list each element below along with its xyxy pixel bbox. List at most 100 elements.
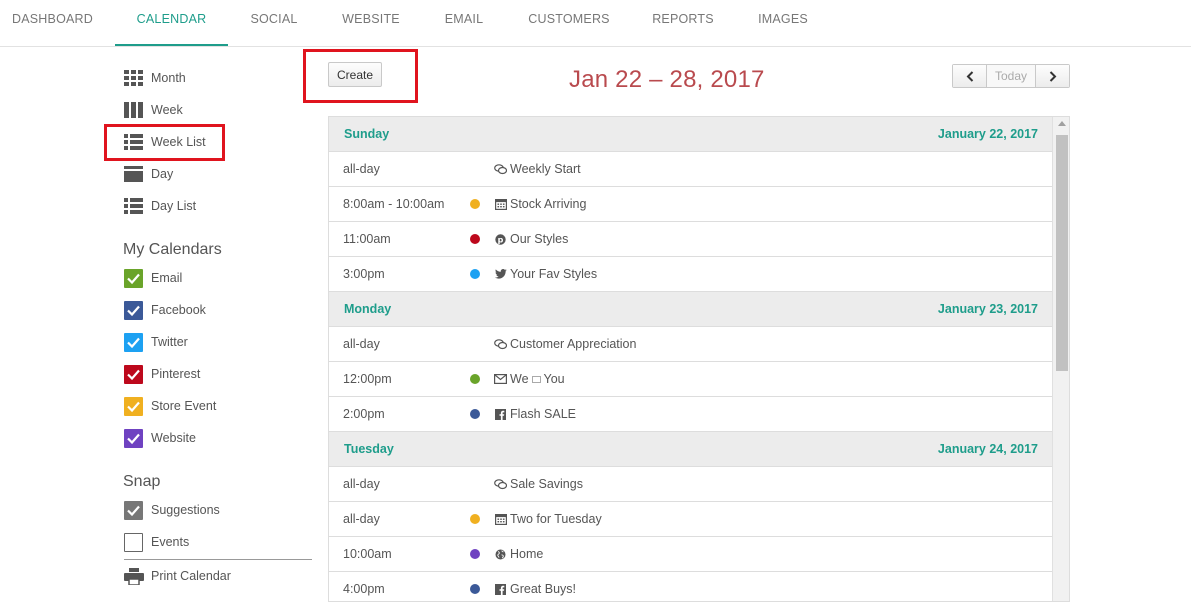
event-row[interactable]: 12:00pm We You xyxy=(329,362,1052,397)
tab-website[interactable]: WEBSITE xyxy=(328,0,414,46)
chevron-right-icon xyxy=(1049,70,1056,82)
day-name: Monday xyxy=(344,302,392,316)
chat-bubbles-icon xyxy=(494,478,507,490)
event-title[interactable]: We You xyxy=(494,372,565,386)
view-day[interactable]: Day xyxy=(124,162,173,186)
printer-icon xyxy=(124,568,144,586)
event-title[interactable]: Flash SALE xyxy=(494,407,576,421)
checkbox-unchecked-icon[interactable] xyxy=(124,532,143,552)
event-time: 4:00pm xyxy=(343,582,385,596)
print-calendar-link[interactable]: Print Calendar xyxy=(124,564,231,588)
calendar-toggle-email[interactable]: Email xyxy=(124,266,182,290)
event-title-text: Weekly Start xyxy=(510,162,581,176)
event-title[interactable]: Customer Appreciation xyxy=(494,337,636,351)
sidebar-divider xyxy=(124,559,312,560)
snap-toggle-suggestions[interactable]: Suggestions xyxy=(124,498,220,522)
event-title-text: Customer Appreciation xyxy=(510,337,637,351)
globe-icon xyxy=(494,548,507,560)
checkbox-checked-icon[interactable] xyxy=(124,268,143,288)
missing-glyph-icon xyxy=(531,375,541,383)
checkbox-checked-icon[interactable] xyxy=(124,428,143,448)
list-scrollbar[interactable] xyxy=(1052,117,1069,601)
scrollbar-thumb[interactable] xyxy=(1056,135,1068,371)
event-color-dot xyxy=(470,234,480,244)
event-title-text: Stock Arriving xyxy=(510,197,587,211)
calendar-toggle-pinterest[interactable]: Pinterest xyxy=(124,362,200,386)
tab-images[interactable]: IMAGES xyxy=(748,0,818,46)
calendar-icon xyxy=(494,513,507,525)
event-row[interactable]: 4:00pm Great Buys! xyxy=(329,572,1052,601)
checkbox-checked-icon[interactable] xyxy=(124,396,143,416)
scroll-up-arrow-icon[interactable] xyxy=(1058,121,1066,126)
day-header: Sunday January 22, 2017 xyxy=(329,117,1052,152)
calendar-toggle-twitter[interactable]: Twitter xyxy=(124,330,188,354)
event-title[interactable]: Great Buys! xyxy=(494,582,576,596)
event-color-dot xyxy=(470,199,480,209)
snap-toggle-events[interactable]: Events xyxy=(124,530,189,554)
event-title[interactable]: Weekly Start xyxy=(494,162,581,176)
day-name: Tuesday xyxy=(344,442,394,456)
event-row[interactable]: 2:00pm Flash SALE xyxy=(329,397,1052,432)
event-row[interactable]: all-day Weekly Start xyxy=(329,152,1052,187)
event-title[interactable]: Stock Arriving xyxy=(494,197,586,211)
tab-email[interactable]: EMAIL xyxy=(433,0,495,46)
month-grid-icon xyxy=(124,70,143,86)
event-row[interactable]: all-day Sale Savings xyxy=(329,467,1052,502)
calendar-label: Pinterest xyxy=(151,367,201,381)
tab-calendar[interactable]: CALENDAR xyxy=(115,0,228,46)
view-month[interactable]: Month xyxy=(124,66,186,90)
checkbox-checked-icon[interactable] xyxy=(124,500,143,520)
event-row[interactable]: 11:00am p Our Styles xyxy=(329,222,1052,257)
event-row[interactable]: all-day Customer Appreciation xyxy=(329,327,1052,362)
calendar-export-icon[interactable] xyxy=(124,597,144,602)
event-title[interactable]: Sale Savings xyxy=(494,477,583,491)
chevron-left-icon xyxy=(966,70,973,82)
facebook-icon xyxy=(494,408,507,420)
tab-dashboard[interactable]: DASHBOARD xyxy=(0,0,105,46)
date-navigation: Today xyxy=(952,64,1070,88)
event-row[interactable]: 3:00pm Your Fav Styles xyxy=(329,257,1052,292)
prev-week-button[interactable] xyxy=(953,65,987,87)
calendar-toggle-website[interactable]: Website xyxy=(124,426,196,450)
event-color-dot xyxy=(470,409,480,419)
chat-bubbles-icon xyxy=(494,163,507,175)
next-week-button[interactable] xyxy=(1035,65,1069,87)
event-time: all-day xyxy=(343,512,380,526)
calendar-toggle-store-event[interactable]: Store Event xyxy=(124,394,216,418)
event-title[interactable]: Two for Tuesday xyxy=(494,512,602,526)
calendar-toggle-facebook[interactable]: Facebook xyxy=(124,298,206,322)
snap-title: Snap xyxy=(123,473,161,490)
calendar-label: Twitter xyxy=(151,335,188,349)
facebook-icon xyxy=(494,583,507,595)
event-row[interactable]: all-day Two for Tuesday xyxy=(329,502,1052,537)
event-row[interactable]: 10:00am Home xyxy=(329,537,1052,572)
day-name: Sunday xyxy=(344,127,390,141)
tab-reports[interactable]: REPORTS xyxy=(644,0,722,46)
today-button[interactable]: Today xyxy=(987,65,1035,87)
event-time: all-day xyxy=(343,162,380,176)
day-date: January 22, 2017 xyxy=(937,127,1038,141)
checkbox-checked-icon[interactable] xyxy=(124,364,143,384)
event-title-text: Home xyxy=(510,547,544,561)
calendar-label: Website xyxy=(151,431,196,445)
checkbox-checked-icon[interactable] xyxy=(124,300,143,320)
chat-bubbles-icon xyxy=(494,338,507,350)
event-title-text: Great Buys! xyxy=(510,582,576,596)
tab-customers[interactable]: CUSTOMERS xyxy=(520,0,618,46)
event-title[interactable]: p Our Styles xyxy=(494,232,568,246)
pinterest-icon: p xyxy=(494,233,507,245)
event-title[interactable]: Your Fav Styles xyxy=(494,267,597,281)
view-week-label: Week xyxy=(151,103,183,117)
tab-social[interactable]: SOCIAL xyxy=(238,0,310,46)
event-color-dot xyxy=(470,584,480,594)
event-title-text: Flash SALE xyxy=(510,407,577,421)
event-row[interactable]: 8:00am - 10:00am Stock Arriving xyxy=(329,187,1052,222)
day-date: January 23, 2017 xyxy=(937,302,1038,316)
view-day-list[interactable]: Day List xyxy=(124,194,196,218)
view-week[interactable]: Week xyxy=(124,98,183,122)
checkbox-checked-icon[interactable] xyxy=(124,332,143,352)
event-title[interactable]: Home xyxy=(494,547,543,561)
event-title-text: Two for Tuesday xyxy=(510,512,602,526)
event-color-dot xyxy=(470,269,480,279)
create-button[interactable]: Create xyxy=(328,62,382,87)
